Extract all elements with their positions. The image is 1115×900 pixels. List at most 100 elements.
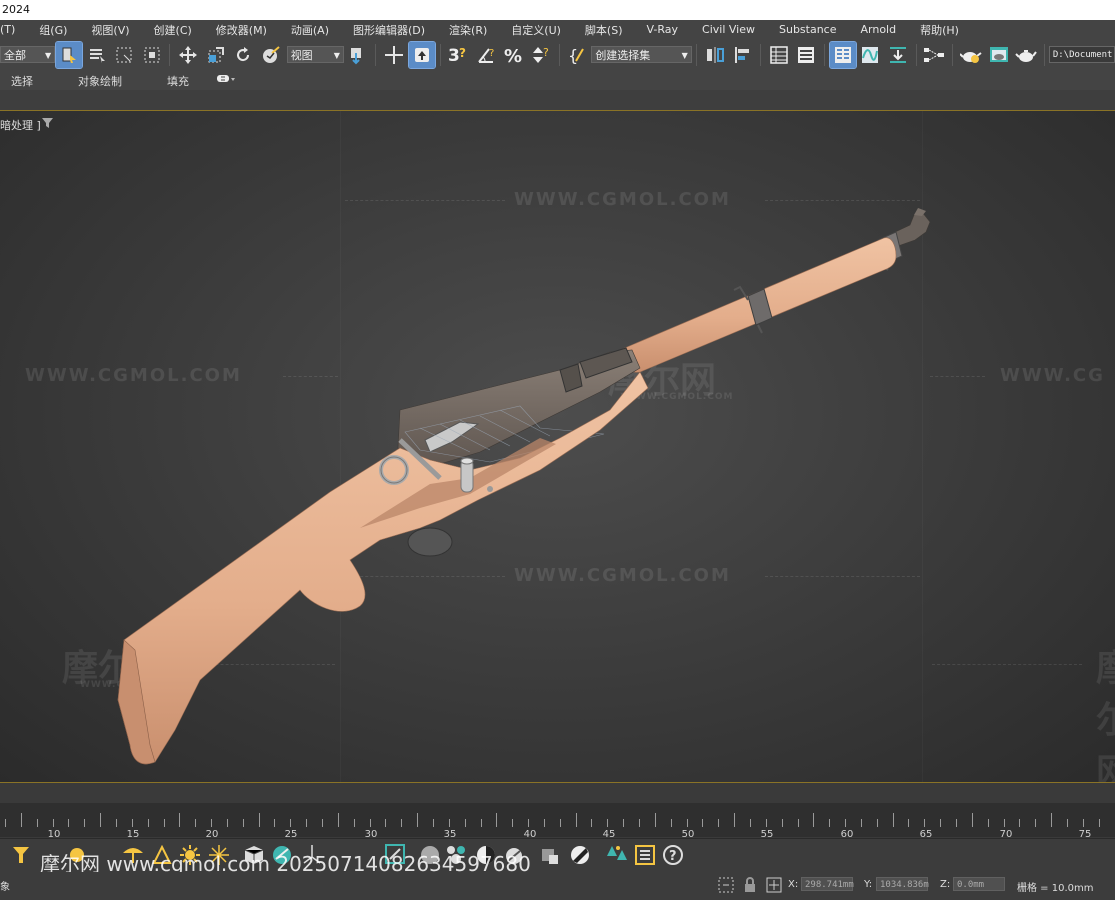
- window-crossing-button[interactable]: [139, 42, 165, 68]
- ruler-tick: [496, 813, 498, 827]
- percent-snap-button[interactable]: %: [501, 42, 527, 68]
- ruler-tick: [68, 819, 70, 827]
- snaps-toggle-button[interactable]: 3?: [446, 42, 472, 68]
- selection-filter-dropdown[interactable]: 全部 ▼: [0, 46, 56, 63]
- notes-icon[interactable]: [634, 844, 656, 866]
- align-icon: [735, 46, 750, 63]
- selection-lock-toggle-icon[interactable]: [718, 877, 734, 893]
- track-bar-ruler[interactable]: 10 15 20 25 30 35 40 45 50 55 60 65 70 7…: [0, 803, 1115, 840]
- curve-editor-button[interactable]: [858, 42, 884, 68]
- ruler-tick: [322, 819, 323, 827]
- menu-item-create[interactable]: 创建(C): [142, 22, 204, 38]
- menu-item-scripting[interactable]: 脚本(S): [573, 22, 635, 38]
- half-sphere-icon[interactable]: [570, 845, 590, 865]
- render-production-button[interactable]: [1013, 42, 1039, 68]
- y-coord-field[interactable]: 1034.836m: [876, 877, 929, 891]
- menu-item-customize[interactable]: 自定义(U): [499, 22, 573, 38]
- list-select-icon: [89, 48, 105, 63]
- spotlight-icon[interactable]: [12, 845, 30, 865]
- align-button[interactable]: [729, 42, 755, 68]
- ruler-tick: [5, 819, 6, 827]
- ruler-tick: [718, 819, 720, 827]
- box-link-icon[interactable]: [540, 845, 560, 865]
- menu-item-civil-view[interactable]: Civil View: [690, 23, 767, 36]
- ruler-tick: [115, 819, 117, 827]
- project-path-field[interactable]: D:\Document: [1048, 46, 1115, 63]
- ribbon-tab-object-paint[interactable]: 对象绘制: [78, 73, 122, 89]
- ruler-tick: [131, 819, 133, 827]
- menu-item-vray[interactable]: V-Ray: [635, 23, 691, 36]
- table-list-icon: [769, 45, 788, 64]
- select-object-button[interactable]: [55, 40, 83, 69]
- rifle-model[interactable]: [0, 111, 1115, 782]
- layer-explorer-button[interactable]: [793, 42, 819, 68]
- menu-item-modifiers[interactable]: 修改器(M): [204, 22, 279, 38]
- material-editor-button[interactable]: [922, 42, 948, 68]
- edit-named-selection-button[interactable]: {: [565, 42, 591, 68]
- menu-item-graph-editors[interactable]: 图形编辑器(D): [341, 22, 437, 38]
- menu-item-help[interactable]: 帮助(H): [908, 22, 971, 38]
- pivot-icon: [350, 47, 361, 64]
- move-button[interactable]: [175, 42, 201, 68]
- schematic-view-button[interactable]: [885, 42, 911, 68]
- select-cursor-icon: [62, 47, 76, 63]
- toggle-ribbon-button[interactable]: [828, 40, 857, 69]
- render-setup-button[interactable]: [958, 42, 984, 68]
- rendered-frame-window-button[interactable]: [986, 42, 1012, 68]
- ribbon-tab-populate[interactable]: 填充: [167, 73, 189, 89]
- ruler-tick: [385, 819, 387, 827]
- ruler-tick: [654, 813, 656, 827]
- toolbar-separator: [169, 43, 171, 66]
- menu-item-group[interactable]: 组(G): [27, 22, 79, 38]
- pivot-button[interactable]: [345, 42, 371, 68]
- rotate-icon: [237, 46, 250, 61]
- ruler-tick: [147, 819, 149, 827]
- perspective-viewport[interactable]: 暗处理 ] WWW.CGMOL.COM WWW.CGMOL.COM WWW.CG…: [0, 111, 1115, 783]
- ruler-tick: [417, 813, 419, 827]
- help-icon[interactable]: ?: [662, 844, 684, 866]
- menu-item-rendering[interactable]: 渲染(R): [437, 22, 499, 38]
- z-coord-field[interactable]: 0.0mm: [953, 877, 1005, 891]
- menu-item-tools[interactable]: (T): [0, 23, 27, 36]
- scale-button[interactable]: [203, 42, 229, 68]
- keyboard-shortcut-override-button[interactable]: [407, 40, 436, 69]
- scene-explorer-button[interactable]: [766, 42, 792, 68]
- ruler-tick: [575, 813, 577, 827]
- select-by-name-button[interactable]: [84, 42, 110, 68]
- chevron-down-icon: ▼: [333, 51, 340, 60]
- ruler-tick: [1098, 819, 1100, 827]
- rect-selection-region-button[interactable]: [111, 42, 137, 68]
- window-title-bar: 2024: [0, 0, 1115, 20]
- lock-icon[interactable]: [744, 877, 756, 893]
- placement-icon: [262, 45, 280, 63]
- ribbon-options-icon: [217, 75, 235, 82]
- spinner-snap-button[interactable]: ?: [528, 42, 554, 68]
- toolbar-separator: [915, 43, 917, 66]
- x-coord-field[interactable]: 298.741mm: [801, 877, 854, 891]
- ruler-tick: [908, 819, 910, 827]
- ribbon-tab-selection[interactable]: 选择: [11, 73, 33, 89]
- rotate-button[interactable]: [231, 42, 257, 68]
- named-selection-dropdown[interactable]: 创建选择集 ▼: [591, 46, 692, 63]
- ruler-tick: [892, 813, 894, 827]
- menu-item-animation[interactable]: 动画(A): [279, 22, 341, 38]
- menu-item-arnold[interactable]: Arnold: [849, 23, 909, 36]
- time-slider[interactable]: [0, 783, 1115, 803]
- angle-snap-button[interactable]: ?: [473, 42, 499, 68]
- svg-text:?: ?: [543, 46, 549, 59]
- ruler-tick: [860, 819, 862, 827]
- menu-item-substance[interactable]: Substance: [767, 23, 849, 36]
- ruler-tick: [1066, 819, 1068, 827]
- select-manipulate-button[interactable]: [381, 42, 407, 68]
- reference-coord-value: 视图: [290, 49, 313, 62]
- placement-button[interactable]: [258, 42, 284, 68]
- ribbon-options-button[interactable]: [217, 74, 237, 87]
- mirror-button[interactable]: [702, 42, 728, 68]
- render-frame-icon: [989, 46, 1008, 62]
- menu-item-views[interactable]: 视图(V): [79, 22, 141, 38]
- grid-size-text: 栅格 = 10.0mm: [1017, 883, 1094, 894]
- scatter-tree-icon[interactable]: [606, 844, 628, 866]
- absolute-mode-icon[interactable]: [766, 877, 782, 893]
- ruler-tick: [971, 813, 973, 827]
- reference-coord-dropdown[interactable]: 视图 ▼: [286, 46, 344, 63]
